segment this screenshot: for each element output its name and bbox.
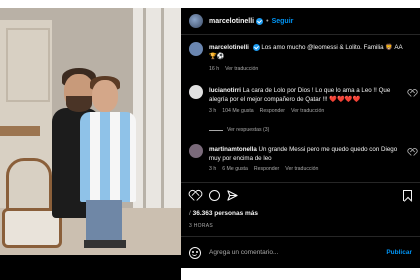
view-replies-label[interactable]: Ver respuestas (3) xyxy=(227,127,269,133)
post-photo[interactable] xyxy=(0,8,181,255)
avatar[interactable] xyxy=(189,144,203,158)
comment-time: 16 h xyxy=(209,66,220,72)
verified-icon xyxy=(256,17,264,25)
comment-username[interactable]: lucianotirri xyxy=(209,87,241,94)
comment-like-icon[interactable] xyxy=(408,149,415,155)
comment-like-icon[interactable] xyxy=(408,90,415,96)
comments-panel: marcelotinelli • Seguir marcelotinelli L… xyxy=(181,8,420,255)
comment-username[interactable]: marcelotinelli xyxy=(209,44,249,51)
translate-link[interactable]: Ver traducción xyxy=(291,108,324,114)
comment-input-bar: Publicar xyxy=(181,236,420,268)
top-strip xyxy=(0,0,420,8)
bottom-strip xyxy=(0,255,181,280)
translate-link[interactable]: Ver traducción xyxy=(225,66,258,72)
comment-likes[interactable]: 6 Me gusta xyxy=(222,166,248,172)
post-header: marcelotinelli • Seguir xyxy=(181,8,420,35)
avatar[interactable] xyxy=(189,85,203,99)
comment-username[interactable]: martinamtonella xyxy=(209,146,257,153)
follow-button[interactable]: Seguir xyxy=(272,18,294,25)
avatar[interactable] xyxy=(189,42,203,56)
comment-likes[interactable]: 104 Me gusta xyxy=(222,108,253,114)
publish-button[interactable]: Publicar xyxy=(386,249,412,256)
action-bar xyxy=(181,182,420,206)
comment-meta: 16 h Ver traducción xyxy=(209,66,258,72)
comment-time: 3 h xyxy=(209,166,217,172)
verified-icon xyxy=(252,43,260,51)
likes-prefix: / xyxy=(189,210,191,217)
translate-link[interactable]: Ver traducción xyxy=(285,166,318,172)
header-separator: • xyxy=(266,17,269,25)
bookmark-icon[interactable] xyxy=(403,190,412,201)
header-username[interactable]: marcelotinelli xyxy=(209,18,254,25)
emoji-icon[interactable] xyxy=(189,246,201,259)
comment-meta: 3 h 104 Me gusta Responder Ver traducció… xyxy=(209,108,324,114)
heart-icon[interactable] xyxy=(189,190,200,201)
likes-count[interactable]: / 36.363 personas más xyxy=(189,210,258,217)
reply-link[interactable]: Responder xyxy=(260,108,285,114)
reply-link[interactable]: Responder xyxy=(254,166,279,172)
share-icon[interactable] xyxy=(227,190,238,201)
likes-count-text[interactable]: 36.363 personas más xyxy=(193,210,258,217)
post-date: 3 HORAS xyxy=(189,223,214,229)
avatar[interactable] xyxy=(189,14,203,28)
comment-icon[interactable] xyxy=(209,190,220,201)
comment-time: 3 h xyxy=(209,108,217,114)
comment-meta: 3 h 6 Me gusta Responder Ver traducción xyxy=(209,166,318,172)
comment-input[interactable] xyxy=(209,249,387,256)
view-replies[interactable]: Ver respuestas (3) xyxy=(209,127,269,133)
